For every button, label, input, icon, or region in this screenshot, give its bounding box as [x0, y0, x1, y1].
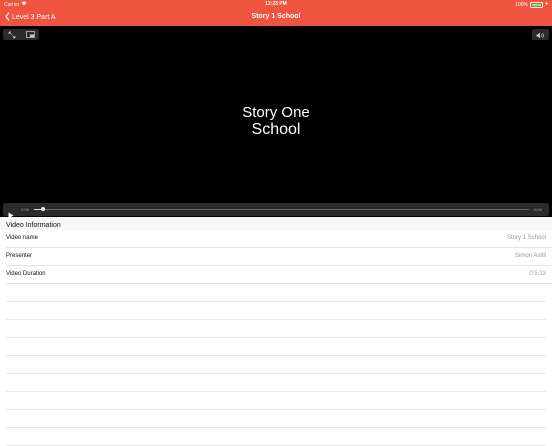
- playback-controls: 0:08 -5:08: [3, 203, 549, 219]
- page-title: Story 1 School: [251, 13, 301, 20]
- empty-row: [6, 338, 546, 356]
- empty-row: [6, 410, 546, 428]
- info-row-video-name: Video name Story 1 School: [6, 230, 552, 248]
- info-row-duration: Video Duration 0:5:13: [6, 266, 552, 284]
- info-value: 0:5:13: [529, 271, 546, 277]
- status-bar: Carrier 12:23 PM 100%: [0, 0, 552, 9]
- video-title-line-1: Story One: [242, 104, 310, 121]
- elapsed-time: 0:08: [21, 207, 29, 212]
- navigation-bar: Level 3 Part A Story 1 School: [0, 9, 552, 26]
- info-label: Video Duration: [6, 271, 46, 277]
- battery-indicator: 100%: [515, 1, 548, 8]
- empty-row: [6, 392, 546, 410]
- empty-row: [6, 356, 546, 374]
- video-top-controls: [3, 29, 39, 40]
- battery-icon: [530, 1, 543, 8]
- empty-row: [6, 320, 546, 338]
- status-time: 12:23 PM: [265, 1, 287, 7]
- info-label: Presenter: [6, 253, 33, 259]
- empty-row: [6, 284, 546, 302]
- battery-percent: 100%: [515, 1, 528, 8]
- volume-icon: [536, 26, 545, 44]
- remaining-time: -5:08: [532, 207, 542, 212]
- info-value: Story 1 School: [506, 235, 546, 241]
- info-label: Video name: [6, 235, 38, 241]
- video-info-table: Video Information Video name Story 1 Sch…: [0, 217, 552, 446]
- fullscreen-icon[interactable]: [5, 30, 19, 39]
- video-title-line-2: School: [251, 121, 301, 138]
- empty-row: [6, 374, 546, 392]
- progress-thumb[interactable]: [40, 207, 45, 211]
- section-header: Video Information: [0, 217, 552, 230]
- info-value: Simon Astill: [514, 253, 546, 259]
- video-player[interactable]: Story One School: [0, 26, 552, 217]
- charging-icon: [545, 1, 548, 8]
- picture-in-picture-icon[interactable]: [23, 30, 37, 39]
- progress-slider[interactable]: [34, 207, 529, 211]
- volume-button[interactable]: [532, 29, 549, 40]
- empty-row: [6, 428, 546, 446]
- empty-row: [6, 302, 546, 320]
- info-row-presenter: Presenter Simon Astill: [6, 248, 552, 266]
